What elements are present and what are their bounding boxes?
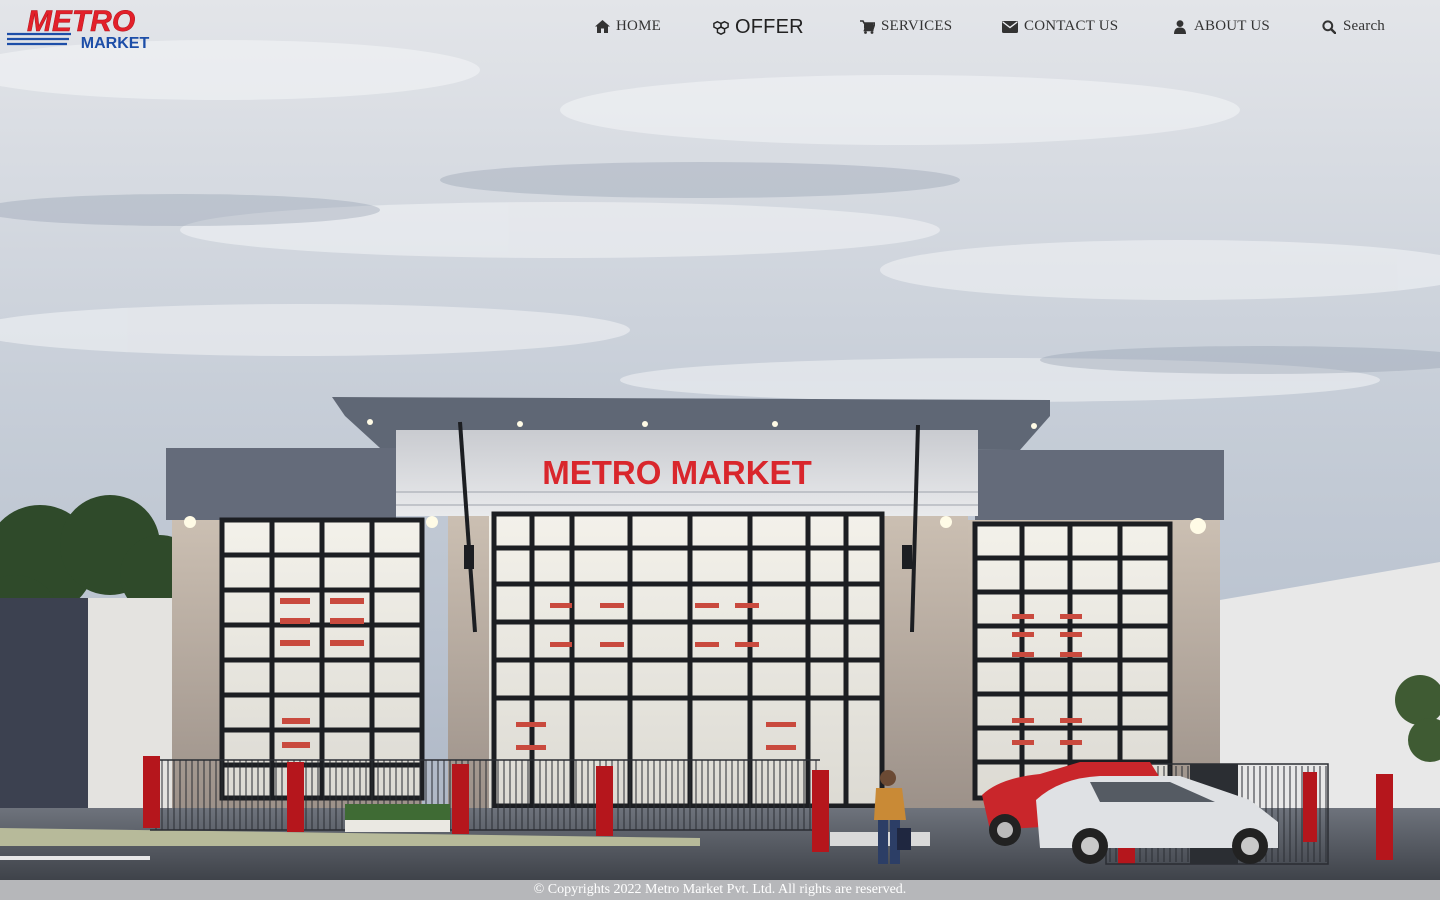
cart-icon: [859, 19, 875, 35]
hero-image: METRO MARKET: [0, 0, 1440, 880]
storefront-illustration: METRO MARKET: [0, 0, 1440, 880]
nav-about-label: ABOUT US: [1194, 18, 1270, 34]
envelope-icon: [1002, 19, 1018, 35]
home-icon: [594, 19, 610, 35]
nav-contact-label: CONTACT US: [1024, 18, 1119, 34]
user-icon: [1172, 19, 1188, 35]
nav-search-label: Search: [1343, 18, 1386, 34]
nav-offer-label: OFFER: [735, 16, 804, 38]
nav-home-label: HOME: [616, 18, 661, 34]
footer: © Copyrights 2022 Metro Market Pvt. Ltd.…: [0, 880, 1440, 900]
search-icon: [1321, 19, 1337, 35]
nav-search[interactable]: Search: [1321, 18, 1385, 35]
nav-about-us[interactable]: ABOUT US: [1172, 18, 1270, 35]
nav-services[interactable]: SERVICES: [859, 18, 952, 35]
nav-contact-us[interactable]: CONTACT US: [1002, 18, 1118, 35]
main-nav: HOME OFFER SERVICES CONTACT US ABOUT US …: [0, 0, 1440, 60]
nav-offer[interactable]: OFFER: [713, 16, 804, 39]
nav-home[interactable]: HOME: [594, 18, 661, 35]
nav-services-label: SERVICES: [881, 18, 953, 34]
copyright-text: © Copyrights 2022 Metro Market Pvt. Ltd.…: [533, 882, 907, 897]
cubes-icon: [713, 20, 729, 36]
store-sign-text: METRO MARKET: [542, 454, 811, 491]
